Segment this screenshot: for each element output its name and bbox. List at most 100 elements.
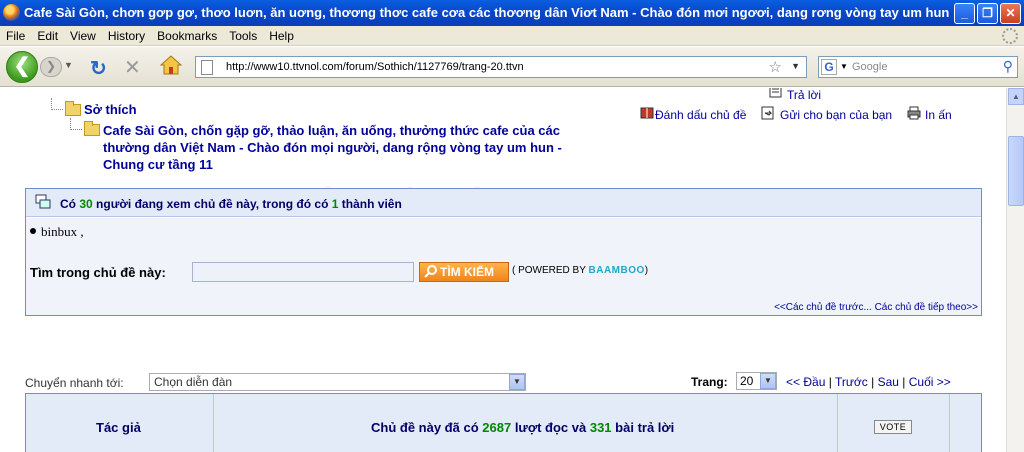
- vertical-scrollbar[interactable]: ▲: [1006, 88, 1024, 452]
- menu-history[interactable]: History: [102, 26, 151, 43]
- maximize-button[interactable]: ❐: [977, 3, 998, 24]
- online-users: binbux ,: [30, 224, 84, 240]
- author-column: Tác giả: [26, 394, 214, 452]
- viewers-prefix: Có: [60, 197, 76, 211]
- topic-prev-next-links[interactable]: <<Các chủ đề trước... Các chủ đề tiếp th…: [774, 302, 978, 313]
- window-title: Cafe Sài Gòn, chơn gơp gơ, thơo luơn, ăn…: [24, 5, 949, 20]
- page-content: photobucket Sở thích Cafe Sài Gòn, chốn …: [0, 88, 1006, 452]
- author-column-label: Tác giả: [96, 420, 141, 435]
- breadcrumb-parent[interactable]: Sở thích: [84, 102, 137, 117]
- pager-links: << Đầu | Trước | Sau | Cuối >>: [786, 375, 951, 389]
- topic-search-label: Tìm trong chủ đề này:: [30, 265, 166, 280]
- reply-link[interactable]: Trả lời: [787, 88, 821, 102]
- viewers-count: 30: [79, 197, 93, 211]
- stats-suffix: bài trả lời: [615, 420, 675, 435]
- send-friend-link[interactable]: Gửi cho bạn của bạn: [780, 108, 892, 122]
- reply-count: 331: [589, 420, 612, 435]
- magnifier-icon: [424, 265, 437, 278]
- scroll-up-icon[interactable]: ▲: [1008, 88, 1024, 105]
- tree-line: [70, 118, 82, 130]
- separator: |: [902, 375, 906, 389]
- bookmark-icon: [640, 107, 654, 119]
- last-page-link[interactable]: Cuối >>: [909, 375, 951, 389]
- chevron-down-icon[interactable]: ▼: [509, 374, 525, 390]
- prev-page-link[interactable]: Trước: [835, 375, 868, 389]
- printer-icon: [907, 106, 921, 120]
- baamboo-logo[interactable]: BAAMBOO: [589, 265, 645, 276]
- page-label: Trang:: [691, 375, 728, 389]
- url-dropdown-icon[interactable]: ▼: [791, 61, 800, 71]
- topic-search-input[interactable]: [192, 262, 414, 282]
- topic-search-button[interactable]: TÌM KIẾM: [419, 262, 509, 282]
- stats-prefix: Chủ đề này đã có: [371, 420, 479, 435]
- search-bar[interactable]: G ▼ Google ⚲: [818, 56, 1018, 78]
- viewers-body: binbux , Tìm trong chủ đề này: TÌM KIẾM …: [26, 218, 981, 315]
- separator: |: [871, 375, 875, 389]
- viewers-count-text: Có 30 người đang xem chủ đề này, trong đ…: [60, 197, 402, 211]
- page-icon: [201, 60, 213, 75]
- powered-suffix: ): [644, 265, 649, 276]
- menu-bar: File Edit View History Bookmarks Tools Help: [0, 26, 1024, 46]
- scroll-thumb[interactable]: [1008, 136, 1024, 206]
- bullet-icon: [30, 228, 36, 234]
- print-link[interactable]: In ấn: [925, 108, 952, 122]
- url-bar[interactable]: http://www10.ttvnol.com/forum/Sothich/11…: [195, 56, 807, 78]
- forum-jump-value: Chọn diễn đàn: [154, 375, 233, 389]
- reply-icon: [769, 88, 782, 98]
- powered-by: ( POWERED BY BAAMBOO): [512, 265, 648, 276]
- viewers-panel: Có 30 người đang xem chủ đề này, trong đ…: [25, 188, 982, 316]
- user-link[interactable]: binbux ,: [41, 224, 84, 239]
- stats-column: Chủ đề này đã có 2687 lượt đọc và 331 bà…: [214, 394, 838, 452]
- separator: |: [828, 375, 832, 389]
- topic-stats: Chủ đề này đã có 2687 lượt đọc và 331 bà…: [371, 420, 674, 435]
- users-icon: [35, 194, 51, 209]
- stop-button[interactable]: ✕: [124, 55, 141, 80]
- vote-button[interactable]: VOTE: [874, 420, 912, 434]
- engine-dropdown-icon[interactable]: ▼: [840, 62, 848, 71]
- url-text[interactable]: http://www10.ttvnol.com/forum/Sothich/11…: [226, 61, 524, 73]
- home-icon[interactable]: [160, 54, 182, 76]
- firefox-icon: [3, 4, 20, 21]
- first-page-link[interactable]: << Đầu: [786, 375, 825, 389]
- viewers-suffix: thành viên: [341, 197, 402, 211]
- tree-line: [51, 98, 63, 110]
- send-friend-icon: [761, 106, 774, 120]
- menu-help[interactable]: Help: [263, 26, 300, 43]
- chevron-down-icon[interactable]: ▼: [760, 373, 776, 389]
- menu-tools[interactable]: Tools: [223, 26, 263, 43]
- page-select[interactable]: 20 ▼: [736, 372, 777, 390]
- topic-search-button-label: TÌM KIẾM: [440, 265, 494, 279]
- back-button[interactable]: ❮: [6, 51, 38, 83]
- throbber-icon: [1002, 28, 1018, 44]
- jump-label: Chuyển nhanh tới:: [25, 376, 124, 390]
- read-count: 2687: [482, 420, 512, 435]
- forum-jump-select[interactable]: Chọn diễn đàn ▼: [149, 373, 526, 391]
- next-page-link[interactable]: Sau: [878, 375, 899, 389]
- menu-file[interactable]: File: [0, 26, 31, 43]
- menu-bookmarks[interactable]: Bookmarks: [151, 26, 223, 43]
- search-icon[interactable]: ⚲: [1003, 58, 1013, 75]
- breadcrumb-topic[interactable]: Cafe Sài Gòn, chốn gặp gỡ, thảo luận, ăn…: [103, 122, 593, 173]
- stats-mid: lượt đọc và: [514, 420, 587, 435]
- viewers-header: Có 30 người đang xem chủ đề này, trong đ…: [26, 189, 981, 217]
- window-titlebar: Cafe Sài Gòn, chơn gơp gơ, thơo luơn, ăn…: [0, 0, 1024, 26]
- close-button[interactable]: ✕: [1000, 3, 1021, 24]
- pager-label: Trang:: [691, 375, 728, 389]
- minimize-button[interactable]: _: [954, 3, 975, 24]
- members-count: 1: [331, 197, 339, 211]
- folder-icon: [84, 121, 100, 136]
- google-icon[interactable]: G: [821, 59, 837, 75]
- bookmark-star-icon[interactable]: ☆: [769, 58, 782, 76]
- bookmark-topic-link[interactable]: Đánh dấu chủ đề: [655, 108, 746, 122]
- menu-view[interactable]: View: [64, 26, 102, 43]
- page-select-value: 20: [740, 374, 754, 388]
- search-placeholder[interactable]: Google: [852, 61, 887, 73]
- powered-prefix: ( POWERED BY: [512, 265, 586, 276]
- history-dropdown-icon[interactable]: ▼: [64, 60, 73, 70]
- forward-button[interactable]: ❯: [40, 57, 62, 77]
- reload-button[interactable]: ↻: [90, 56, 107, 81]
- menu-edit[interactable]: Edit: [31, 26, 64, 43]
- navigation-toolbar: ❮ ❯ ▼ ↻ ✕ http://www10.ttvnol.com/forum/…: [0, 47, 1024, 87]
- folder-icon: [65, 101, 81, 116]
- viewers-middle: người đang xem chủ đề này, trong đó có: [96, 197, 329, 211]
